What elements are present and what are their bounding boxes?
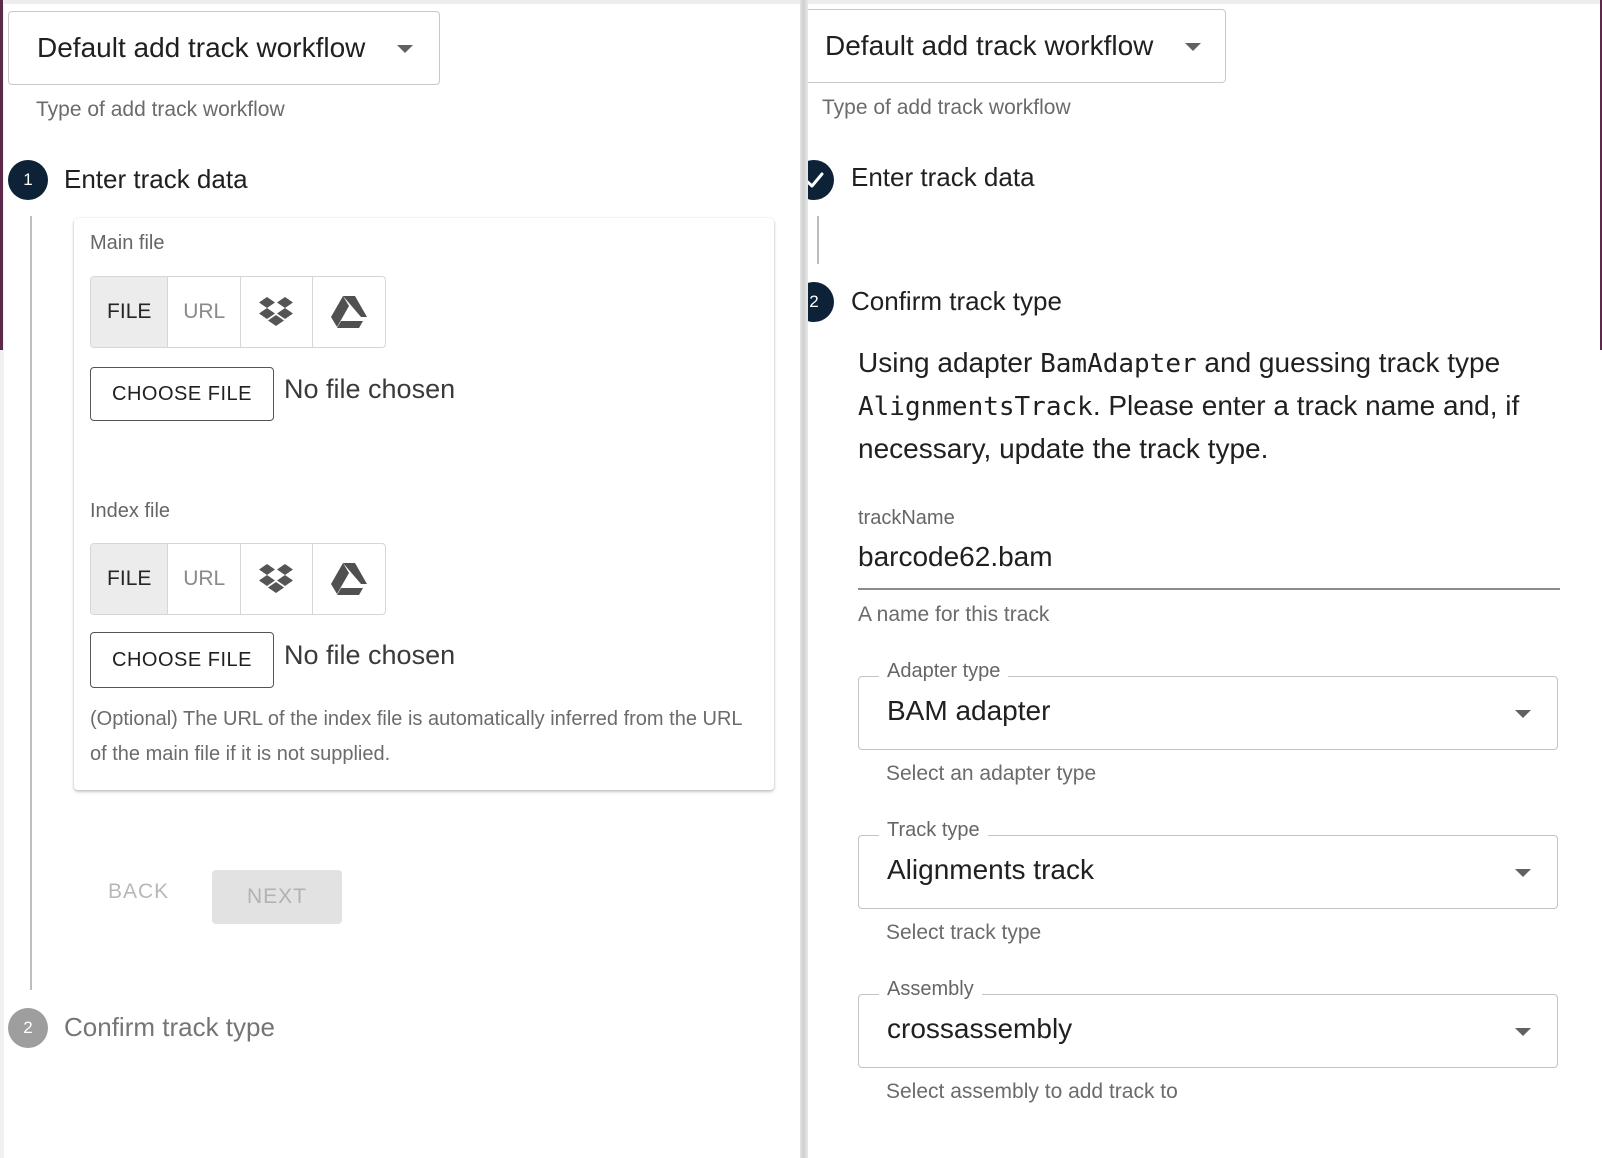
index-file-status: No file chosen (284, 640, 456, 670)
main-file-toggle-google-drive[interactable] (313, 277, 386, 347)
top-divider (0, 0, 800, 4)
assembly-select[interactable]: Assembly crossassembly (858, 978, 1558, 1068)
workflow-select-value: Default add track workflow (825, 30, 1154, 61)
main-file-status: No file chosen (284, 374, 456, 404)
step-2-icon: 2 (8, 1008, 48, 1048)
adapter-name: BamAdapter (1040, 349, 1197, 379)
step-1-label: Enter track data (64, 164, 248, 194)
step-connector (30, 216, 32, 990)
main-file-source-toggle: FILE URL (90, 276, 386, 348)
description-text-2: and guessing track type (1196, 347, 1501, 378)
workflow-select-helper: Type of add track workflow (822, 96, 1071, 119)
assembly-helper: Select assembly to add track to (886, 1080, 1178, 1103)
track-type-name: AlignmentsTrack (858, 392, 1093, 422)
description-text-1: Using adapter (858, 347, 1041, 378)
track-name-label: trackName (858, 507, 955, 529)
track-type-value: Alignments track (887, 854, 1094, 885)
google-drive-icon (330, 296, 367, 328)
track-name-helper: A name for this track (858, 603, 1050, 626)
workflow-select-helper: Type of add track workflow (36, 98, 285, 121)
chevron-down-icon (1515, 869, 1531, 877)
chevron-down-icon (1515, 710, 1531, 718)
confirm-description: Using adapter BamAdapter and guessing tr… (858, 342, 1570, 469)
track-type-helper: Select track type (886, 921, 1042, 944)
check-icon (808, 172, 824, 188)
add-track-panel-step2: Default add track workflow Type of add t… (808, 0, 1602, 1158)
index-file-toggle-file[interactable]: FILE (91, 544, 169, 614)
google-drive-icon (330, 563, 367, 595)
step-2-number: 2 (23, 1018, 33, 1037)
main-file-toggle-url[interactable]: URL (168, 277, 241, 347)
dropbox-icon (259, 297, 294, 326)
dropbox-icon (259, 564, 294, 593)
top-divider (808, 0, 1602, 4)
step-2-number: 2 (809, 292, 819, 311)
index-file-label: Index file (90, 500, 171, 522)
next-button[interactable]: NEXT (212, 870, 342, 924)
step-1-icon: 1 (8, 160, 48, 200)
panel-separator (800, 0, 808, 1158)
main-file-toggle-dropbox[interactable] (241, 277, 313, 347)
assembly-value: crossassembly (887, 1013, 1073, 1044)
main-file-label: Main file (90, 232, 165, 254)
assembly-label: Assembly (879, 978, 982, 1001)
step-2-label: Confirm track type (851, 286, 1062, 316)
workflow-select-value: Default add track workflow (37, 32, 366, 63)
chevron-down-icon (397, 45, 413, 53)
index-file-toggle-dropbox[interactable] (241, 544, 313, 614)
index-file-toggle-google-drive[interactable] (313, 544, 386, 614)
index-file-choose-button[interactable]: CHOOSE FILE (90, 632, 274, 688)
step-2-label: Confirm track type (64, 1012, 275, 1042)
main-file-choose-button[interactable]: CHOOSE FILE (90, 367, 274, 421)
main-file-toggle-file[interactable]: FILE (91, 277, 169, 347)
chevron-down-icon (1515, 1028, 1531, 1036)
adapter-type-value: BAM adapter (887, 695, 1051, 726)
panel-left-accent (0, 0, 3, 350)
step-1-number: 1 (23, 170, 33, 189)
adapter-type-helper: Select an adapter type (886, 762, 1097, 785)
step-1-label: Enter track data (851, 162, 1035, 192)
chevron-down-icon (1185, 43, 1201, 51)
add-track-panel-step1: Default add track workflow Type of add t… (0, 0, 800, 1158)
track-type-label: Track type (879, 819, 988, 842)
track-name-input[interactable]: barcode62.bam (858, 541, 1053, 573)
track-type-select[interactable]: Track type Alignments track (858, 819, 1558, 909)
track-name-underline (858, 588, 1560, 590)
adapter-type-label: Adapter type (879, 660, 1009, 683)
index-file-note: (Optional) The URL of the index file is … (90, 708, 742, 765)
step-2-icon: 2 (808, 282, 834, 322)
index-file-toggle-url[interactable]: URL (168, 544, 241, 614)
back-button[interactable]: BACK (108, 880, 169, 904)
workflow-select[interactable]: Default add track workflow (808, 9, 1226, 83)
adapter-type-select[interactable]: Adapter type BAM adapter (858, 660, 1558, 750)
index-file-source-toggle: FILE URL (90, 543, 386, 615)
step-1-complete-icon (808, 160, 834, 200)
step-connector (817, 216, 819, 264)
workflow-select[interactable]: Default add track workflow (8, 11, 440, 85)
track-data-card: Main file FILE URL CHOOSE FILE No file c… (74, 218, 774, 790)
